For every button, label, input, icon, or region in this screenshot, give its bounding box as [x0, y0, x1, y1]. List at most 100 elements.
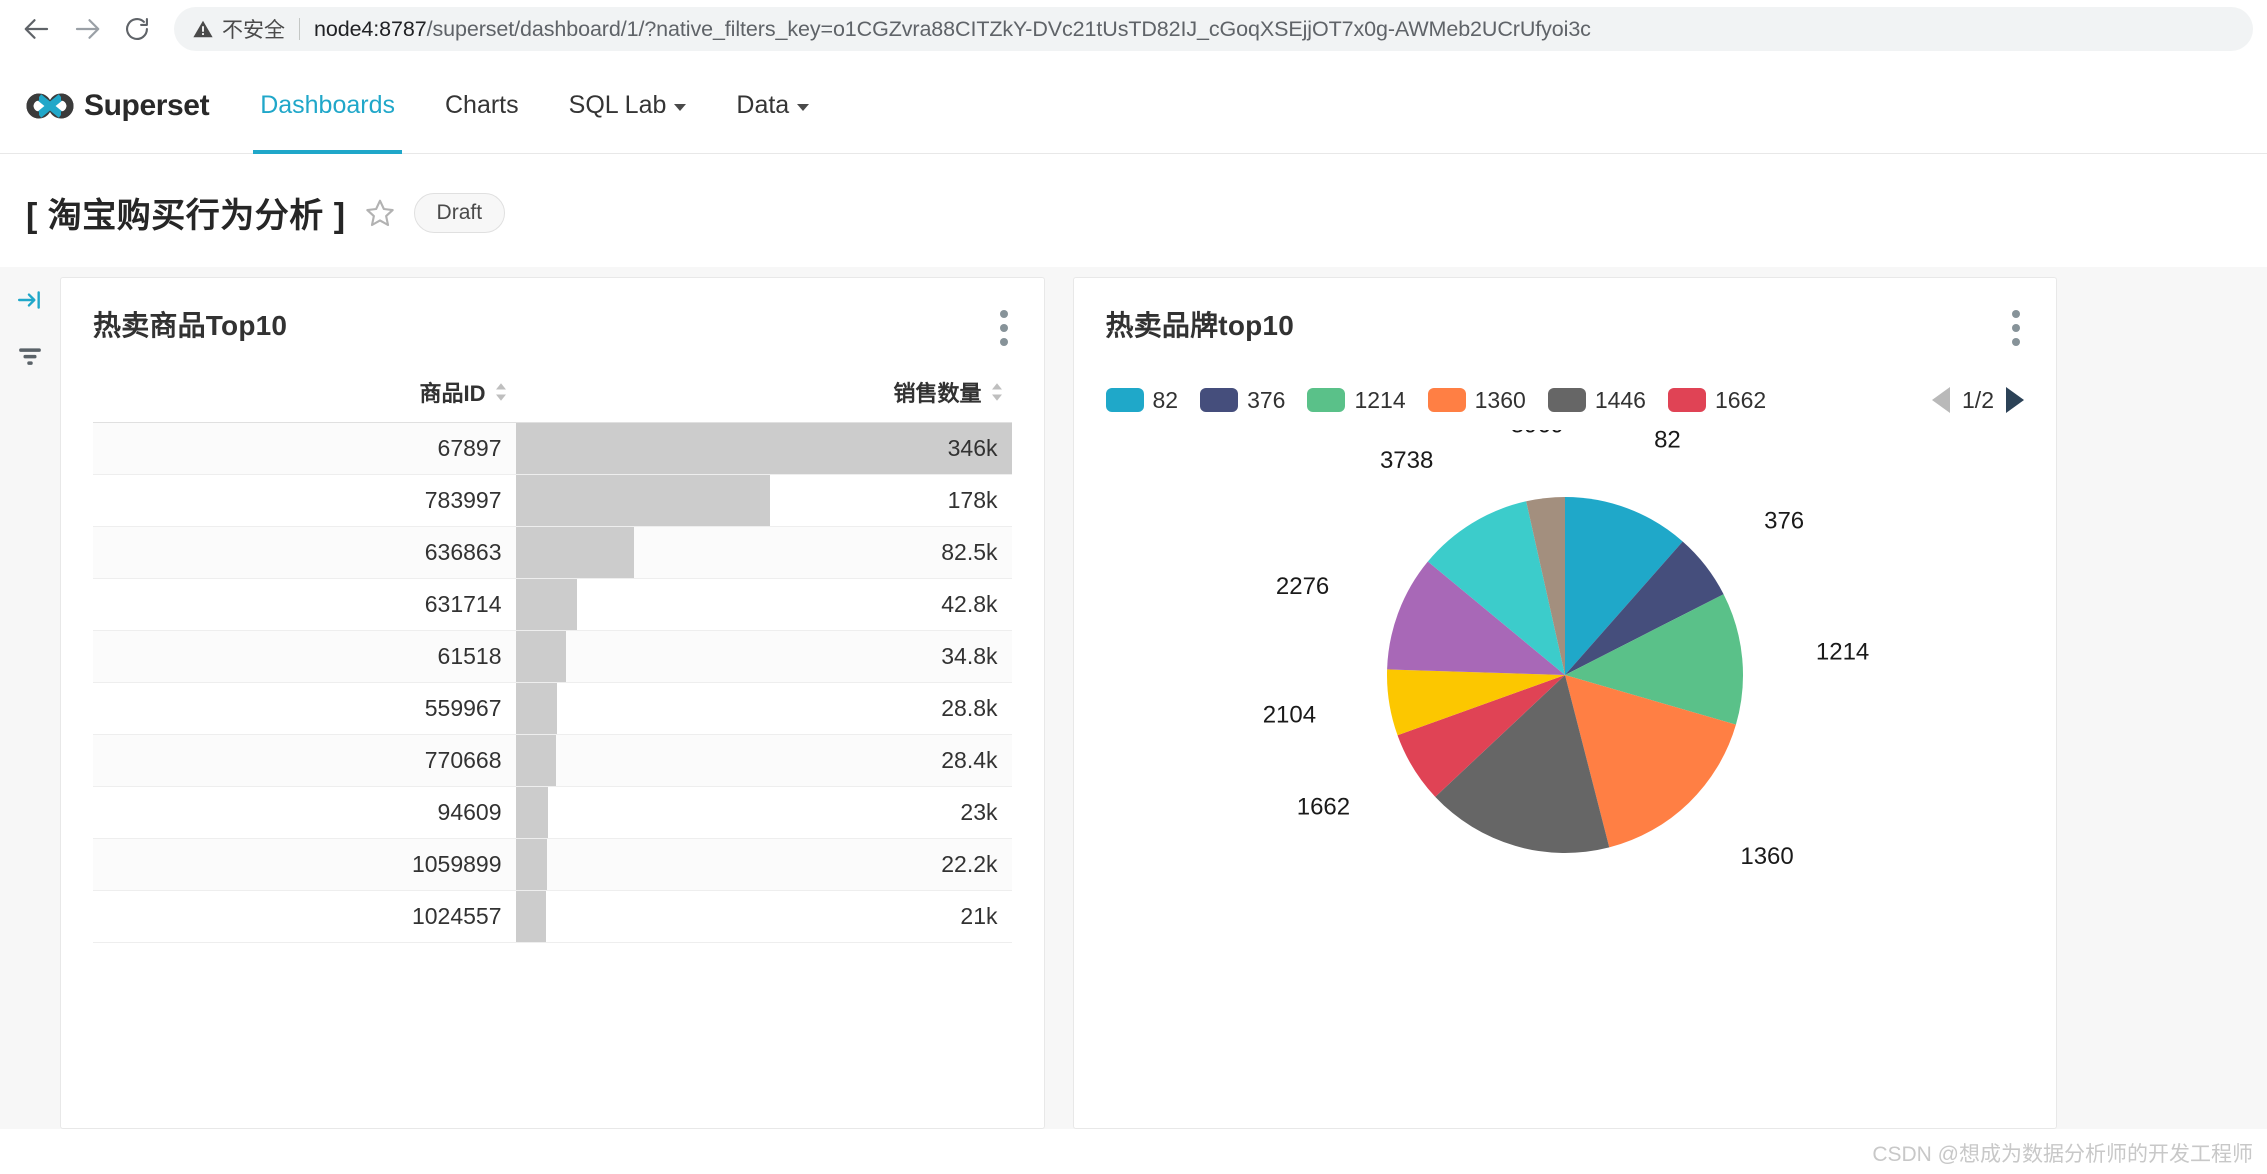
nav-item-data[interactable]: Data [711, 58, 834, 153]
browser-toolbar: 不安全 node4:8787/superset/dashboard/1/?nat… [0, 0, 2267, 58]
table-card-title: 热卖商品Top10 [93, 310, 288, 341]
watermark: CSDN @想成为数据分析师的开发工程师 [1872, 1143, 2253, 1166]
pie-chart[interactable]: 8237612141360144616622104227637383969 [1235, 430, 1895, 900]
pie-slice-label: 1360 [1740, 843, 1793, 870]
nav-label-dashboards: Dashboards [260, 91, 395, 119]
table-row[interactable]: 783997 178k [93, 474, 1012, 527]
cell-sales-qty: 21k [515, 890, 1012, 943]
table-row[interactable]: 631714 42.8k [93, 578, 1012, 631]
table-row[interactable]: 1059899 22.2k [93, 838, 1012, 891]
cell-product-id: 67897 [93, 422, 516, 475]
pie-slice-label: 1214 [1816, 638, 1869, 665]
brand-name: Superset [84, 88, 210, 122]
pie-slice-label: 376 [1764, 508, 1804, 535]
cell-sales-qty: 28.8k [515, 682, 1012, 735]
nav-label-sql-lab: SQL Lab [568, 91, 667, 119]
legend-label: 376 [1247, 386, 1286, 413]
cell-sales-qty: 22.2k [515, 838, 1012, 891]
arrow-left-icon [24, 19, 49, 39]
cell-value-label: 42.8k [941, 591, 998, 617]
legend-swatch [1200, 388, 1239, 412]
legend-swatch [1547, 388, 1586, 412]
url-text: node4:8787/superset/dashboard/1/?native_… [314, 17, 1591, 42]
address-bar[interactable]: 不安全 node4:8787/superset/dashboard/1/?nat… [174, 7, 2253, 51]
sort-updown-icon [991, 383, 1002, 401]
page-root: 不安全 node4:8787/superset/dashboard/1/?nat… [0, 0, 2267, 1174]
cell-bar [515, 631, 566, 682]
table-row[interactable]: 770668 28.4k [93, 734, 1012, 787]
dashboard-body: 热卖商品Top10 商品ID 销售数量 67897 346k 783997 17… [0, 267, 2267, 1129]
triangle-right-icon[interactable] [2006, 387, 2024, 413]
table-head: 商品ID 销售数量 [93, 376, 1012, 423]
sort-updown-icon [495, 383, 506, 401]
legend-label: 1360 [1474, 386, 1526, 413]
cell-bar [515, 735, 557, 786]
table-row[interactable]: 636863 82.5k [93, 526, 1012, 579]
table-row[interactable]: 94609 23k [93, 786, 1012, 839]
legend-item[interactable]: 1662 [1667, 386, 1767, 414]
reload-icon [126, 18, 148, 40]
cell-value-label: 21k [960, 903, 998, 929]
pie-chart-area: 8237612141360144616622104227637383969 [1106, 430, 2025, 1108]
column-header-sales-qty[interactable]: 销售数量 [515, 376, 1012, 423]
cell-product-id: 631714 [93, 578, 516, 631]
star-outline-icon[interactable] [364, 197, 396, 229]
pie-legend: 82 376 1214 1360 1446 1662 1/2 [1105, 380, 2024, 420]
cell-sales-qty: 178k [515, 474, 1012, 527]
legend-item[interactable]: 1214 [1307, 387, 1406, 414]
chevron-down-icon [674, 103, 687, 111]
url-host: node4:8787 [314, 16, 427, 41]
cell-bar [515, 683, 557, 734]
filter-icon[interactable] [16, 343, 44, 369]
pie-slice-label: 1662 [1296, 794, 1349, 821]
cell-product-id: 1059899 [93, 838, 516, 891]
expand-panel-icon[interactable] [15, 287, 45, 313]
table-body: 67897 346k 783997 178k 636863 82.5k 631714 42.8… [93, 422, 1012, 943]
nav-item-charts[interactable]: Charts [420, 58, 544, 153]
chart-card-table: 热卖商品Top10 商品ID 销售数量 67897 346k 783997 17… [60, 277, 1045, 1129]
cell-bar [515, 787, 549, 838]
column-label-product-id: 商品ID [419, 381, 486, 406]
warning-triangle-icon [193, 20, 213, 38]
table-row[interactable]: 559967 28.8k [93, 682, 1012, 735]
nav-item-sql-lab[interactable]: SQL Lab [544, 58, 712, 153]
legend-item[interactable]: 376 [1200, 387, 1285, 414]
pie-slice-label: 3738 [1380, 447, 1433, 474]
chart-grid: 热卖商品Top10 商品ID 销售数量 67897 346k 783997 17… [60, 277, 2267, 1129]
cell-bar [515, 475, 771, 526]
chart-card-pie: 热卖品牌top10 82 376 1214 1360 1446 1662 1/2 82 376… [1072, 277, 2057, 1129]
pie-card-header: 热卖品牌top10 [1106, 304, 2025, 352]
dashboard-header: [ 淘宝购买行为分析 ] Draft [0, 154, 2267, 267]
legend-swatch [1105, 388, 1144, 412]
legend-item[interactable]: 1360 [1427, 386, 1526, 414]
cell-value-label: 82.5k [941, 539, 998, 565]
pie-slice-label: 2276 [1276, 573, 1329, 600]
back-button[interactable] [14, 6, 60, 52]
more-vertical-icon[interactable] [2008, 304, 2024, 352]
more-vertical-icon[interactable] [996, 304, 1012, 352]
nav-item-dashboards[interactable]: Dashboards [235, 58, 420, 154]
pie-slice-label: 3969 [1510, 430, 1563, 439]
data-table: 商品ID 销售数量 67897 346k 783997 178k 636863 … [93, 376, 1012, 943]
security-indicator[interactable]: 不安全 [192, 14, 285, 44]
forward-button[interactable] [64, 6, 110, 52]
brand-logo[interactable]: Superset [26, 58, 235, 153]
table-row[interactable]: 67897 346k [93, 422, 1012, 475]
cell-bar [515, 423, 1012, 474]
cell-product-id: 94609 [93, 786, 516, 839]
triangle-left-icon[interactable] [1932, 387, 1951, 413]
column-header-product-id[interactable]: 商品ID [93, 376, 516, 423]
legend-label: 1662 [1714, 386, 1767, 413]
cell-bar [515, 579, 577, 630]
table-row[interactable]: 61518 34.8k [93, 630, 1012, 683]
pie-card-title: 热卖品牌top10 [1105, 310, 1294, 341]
pager-page-text: 1/2 [1962, 386, 1994, 413]
url-path: /superset/dashboard/1/?native_filters_ke… [426, 16, 1591, 41]
table-row[interactable]: 1024557 21k [93, 890, 1012, 943]
cell-sales-qty: 346k [515, 422, 1012, 475]
cell-product-id: 1024557 [93, 890, 516, 943]
legend-item[interactable]: 1446 [1547, 386, 1646, 414]
legend-item[interactable]: 82 [1105, 387, 1178, 414]
legend-label: 1446 [1594, 386, 1646, 413]
reload-button[interactable] [114, 6, 160, 52]
